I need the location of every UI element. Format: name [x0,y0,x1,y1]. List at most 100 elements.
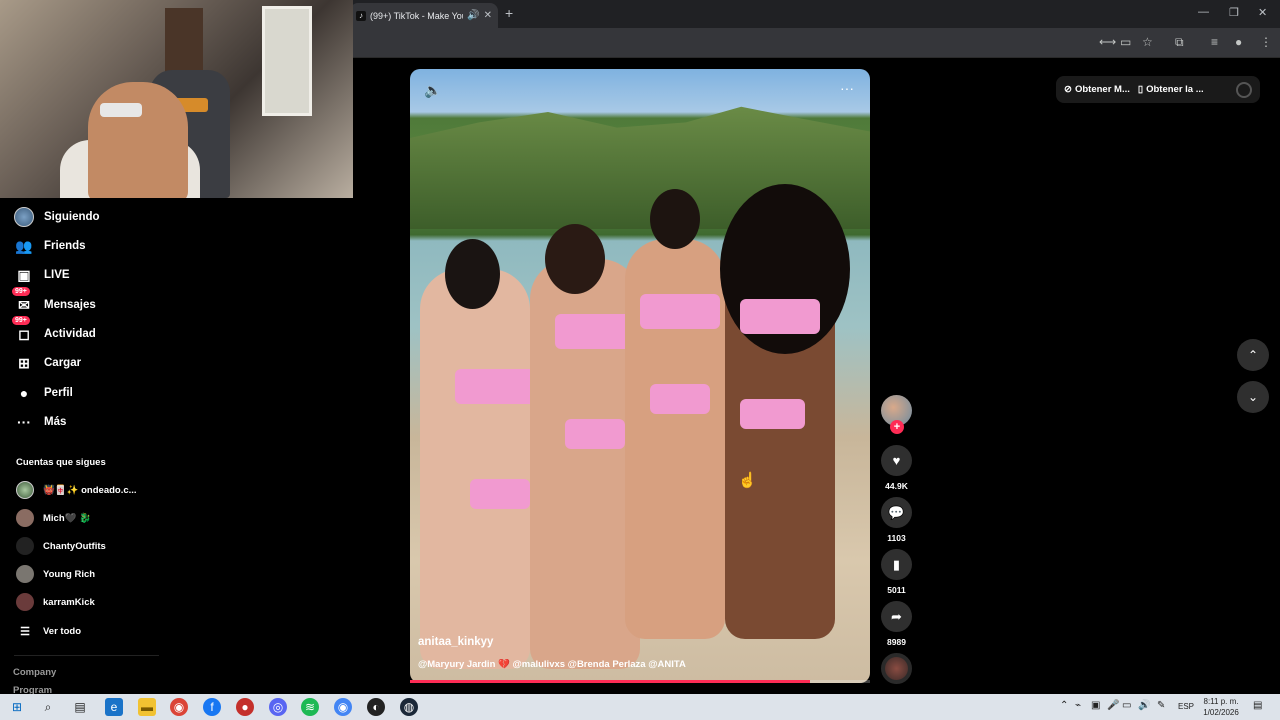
chevron-up-icon: ⌃ [1247,348,1259,362]
followed-account[interactable]: ChantyOutfits [16,536,106,556]
sidebar-divider [14,655,159,656]
share-count: 8989 [887,637,906,647]
clock-date: 1/02/2026 [1203,708,1239,717]
tray-display-icon[interactable]: ▭ [1122,700,1131,711]
close-tab-icon[interactable]: ✕ [484,10,492,21]
tray-volume-icon[interactable]: 🔊 [1138,700,1150,711]
video-player[interactable] [410,69,870,683]
speaker-icon[interactable]: 🔊 [467,10,479,21]
profile-avatar-icon[interactable]: ● [1235,35,1242,49]
webcam-overlay [0,0,353,198]
spotify-icon[interactable]: ≋ [301,698,319,716]
windows-start-icon[interactable]: ⊞ [8,698,26,716]
coin-icon: ⊘ [1064,84,1072,95]
tray-chevron-icon[interactable]: ⌃ [1060,700,1068,711]
video-caption[interactable]: @Maryury Jardin 💔 @malulivxs @Brenda Per… [418,659,686,670]
search-icon[interactable]: ⌕ [39,698,57,716]
followed-account[interactable]: Mich🖤 🐉 [16,508,91,528]
volume-icon[interactable]: 🔈 [424,82,441,99]
tray-mic-icon[interactable]: 🎤 [1107,700,1119,711]
file-explorer-icon[interactable]: ▬ [138,698,156,716]
facebook-icon[interactable]: f [203,698,221,716]
nav-label: Cargar [44,357,82,369]
browser-tab[interactable]: ♪ (99+) TikTok - Make Your Da 🔊 ✕ [350,3,498,28]
webcam-window [262,6,312,116]
followed-account[interactable]: 👹🀄✨ ondeado.c... [16,480,137,500]
next-video-button[interactable]: ⌄ [1237,381,1269,413]
app-icon[interactable]: ● [236,698,254,716]
language-indicator[interactable]: ESP [1178,702,1194,711]
edge-icon[interactable]: e [105,698,123,716]
browser-menu-icon[interactable]: ⋮ [1260,35,1272,49]
streamer-headband [100,103,142,117]
chrome-profile-icon[interactable]: ◉ [334,698,352,716]
account-avatar[interactable] [1236,81,1252,98]
share-button[interactable]: ➦ [881,601,912,632]
taskbar-clock[interactable]: 8:11 p. m. 1/02/2026 [1198,696,1244,718]
nav-upload[interactable]: ⊞ Cargar [14,351,81,375]
steam-icon[interactable]: ◍ [400,698,418,716]
tray-network-icon[interactable]: ⌁ [1075,700,1081,711]
see-all-link[interactable]: ☰ Ver todo [16,621,81,641]
comment-button[interactable]: 💬 [881,497,912,528]
account-name: Mich🖤 🐉 [43,512,91,524]
video-username[interactable]: anitaa_kinkyy [418,636,493,648]
account-name: ChantyOutfits [43,540,106,552]
following-section-title: Cuentas que sigues [16,457,106,468]
nav-friends[interactable]: 👥 Friends [14,234,85,258]
heart-icon: ♥ [892,453,901,468]
followed-account[interactable]: Young Rich [16,564,95,584]
minimize-button[interactable]: — [1198,6,1209,18]
messages-icon: ✉ 99+ [12,287,34,315]
video-progress-fill [410,680,811,683]
video-swimsuit [740,299,820,334]
nav-label: Siguiendo [44,211,100,223]
media-control-icon[interactable]: ≡ [1211,35,1218,49]
live-icon: ▣ [17,266,31,283]
footer-company-link[interactable]: Company [13,667,56,678]
friends-icon: 👥 [15,237,33,254]
bookmark-icon: ▮ [892,556,901,572]
bookmark-star-icon[interactable]: ☆ [1142,35,1153,49]
activity-badge: 99+ [12,316,30,325]
extensions-icon[interactable]: ⧉ [1175,35,1184,50]
previous-video-button[interactable]: ⌃ [1237,339,1269,371]
follow-plus-icon[interactable]: + [890,420,904,434]
tray-pen-icon[interactable]: ✎ [1157,700,1165,711]
tray-app-icon[interactable]: ▣ [1091,700,1100,711]
nav-live[interactable]: ▣ LIVE [14,263,69,287]
video-progress-bar[interactable] [410,680,870,683]
notification-icon[interactable]: ▤ [1253,700,1262,711]
cast-icon[interactable]: ▭ [1120,35,1131,49]
video-options-icon[interactable]: ··· [840,80,854,96]
chrome-icon[interactable]: ◉ [170,698,188,716]
followed-account[interactable]: karramKick [16,592,95,612]
get-app-button[interactable]: ▯ Obtener la ... [1138,84,1204,95]
task-view-icon[interactable]: ▤ [71,698,89,716]
get-coins-label: Obtener M... [1074,84,1130,95]
nav-following[interactable]: Siguiendo [14,205,100,229]
obs-icon[interactable]: ◐ [367,698,385,716]
get-app-bar: ⊘ Obtener M... ▯ Obtener la ... [1056,76,1260,103]
close-window-button[interactable]: ✕ [1258,6,1267,19]
nav-label: Actividad [44,328,96,340]
restore-button[interactable]: ❐ [1229,6,1239,19]
get-app-label: Obtener la ... [1146,84,1204,95]
translate-icon[interactable]: ⟷ [1099,35,1116,49]
avatar [16,593,34,611]
account-name: karramKick [43,596,95,608]
nav-messages[interactable]: ✉ 99+ Mensajes [12,287,96,317]
video-swimsuit [640,294,720,329]
nav-profile[interactable]: ● Perfil [14,381,73,405]
comment-icon: 💬 [888,504,905,520]
new-tab-button[interactable]: + [505,5,513,21]
discord-icon[interactable]: ◎ [269,698,287,716]
like-button[interactable]: ♥ [881,445,912,476]
nav-more[interactable]: ··· Más [14,410,66,434]
mouse-cursor-icon: ☝ [738,472,757,489]
music-disc-avatar[interactable] [881,653,912,684]
video-swimsuit [740,399,805,429]
nav-activity[interactable]: ◻ 99+ Actividad [12,316,96,346]
save-button[interactable]: ▮ [881,549,912,580]
get-coins-button[interactable]: ⊘ Obtener M... [1064,84,1130,95]
